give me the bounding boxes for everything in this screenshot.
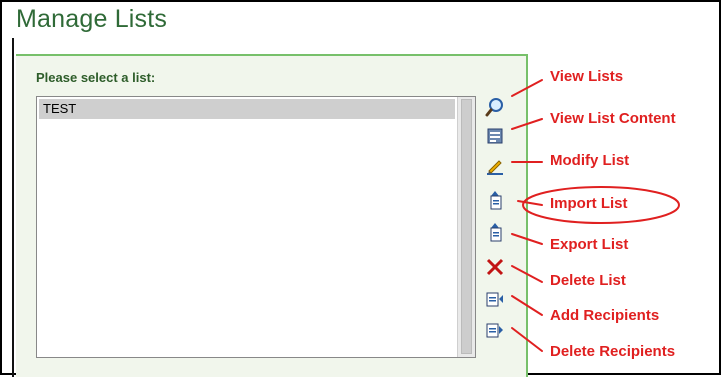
page-title: Manage Lists bbox=[16, 5, 168, 33]
list-item[interactable]: TEST bbox=[39, 99, 455, 119]
delete-list-button[interactable] bbox=[485, 257, 505, 277]
callout-delete-recipients: Delete Recipients bbox=[550, 343, 676, 360]
list-panel: Please select a list: TEST bbox=[16, 54, 528, 377]
callout-import-list: Import List bbox=[550, 195, 628, 212]
callout-view-list-content: View List Content bbox=[550, 110, 676, 127]
modify-pencil-icon bbox=[487, 160, 503, 175]
callout-export-list: Export List bbox=[550, 236, 629, 253]
left-rule bbox=[12, 38, 14, 377]
import-list-button[interactable] bbox=[485, 190, 505, 210]
view-lists-button[interactable] bbox=[485, 97, 505, 117]
delete-recipients-icon bbox=[486, 323, 503, 338]
export-list-button[interactable] bbox=[485, 222, 505, 242]
callout-modify-list: Modify List bbox=[550, 152, 630, 169]
callout-view-lists: View Lists bbox=[550, 68, 624, 85]
list-content-icon bbox=[487, 128, 503, 144]
modify-list-button[interactable] bbox=[485, 157, 505, 177]
export-document-icon bbox=[490, 223, 502, 242]
red-x-icon bbox=[486, 258, 504, 276]
lists-listbox[interactable]: TEST bbox=[36, 96, 476, 358]
select-list-label: Please select a list: bbox=[36, 70, 156, 85]
add-recipients-icon bbox=[486, 292, 503, 307]
view-list-content-button[interactable] bbox=[485, 126, 505, 146]
delete-recipients-button[interactable] bbox=[485, 320, 505, 340]
callout-delete-list: Delete List bbox=[550, 272, 626, 289]
callout-add-recipients: Add Recipients bbox=[550, 307, 660, 324]
add-recipients-button[interactable] bbox=[485, 289, 505, 309]
scrollbar-thumb[interactable] bbox=[461, 99, 472, 354]
magnifier-icon bbox=[485, 98, 503, 117]
window-frame: Manage Lists Please select a list: TEST bbox=[0, 0, 721, 377]
listbox-scrollbar[interactable] bbox=[457, 97, 475, 357]
import-document-icon bbox=[490, 191, 502, 210]
